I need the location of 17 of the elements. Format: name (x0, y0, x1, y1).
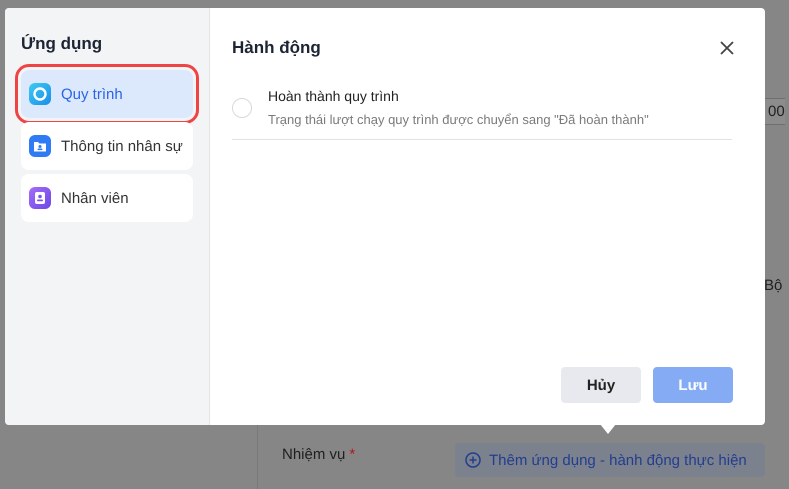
app-item[interactable]: Nhân viên (21, 174, 193, 222)
process-app-icon (29, 83, 51, 105)
task-label: Nhiệm vụ (282, 446, 346, 463)
sidebar-title: Ứng dụng (21, 34, 104, 54)
badge-person-icon (29, 187, 51, 209)
required-mark: * (349, 446, 356, 463)
cancel-button[interactable]: Hủy (561, 367, 641, 403)
close-icon[interactable] (719, 40, 735, 56)
folder-person-icon (29, 135, 51, 157)
action-description: Trạng thái lượt chạy quy trình được chuyển sang "Đã hoàn thành" (268, 112, 649, 127)
app-item[interactable]: Thông tin nhân sự (21, 122, 193, 170)
action-title: Hoàn thành quy trình (268, 88, 400, 104)
page-text: Bộ (764, 277, 782, 294)
radio-button[interactable] (232, 98, 252, 118)
dialog-title: Hành động (232, 38, 321, 58)
plus-circle-icon (465, 452, 481, 468)
app-item[interactable]: Quy trình (21, 70, 193, 118)
